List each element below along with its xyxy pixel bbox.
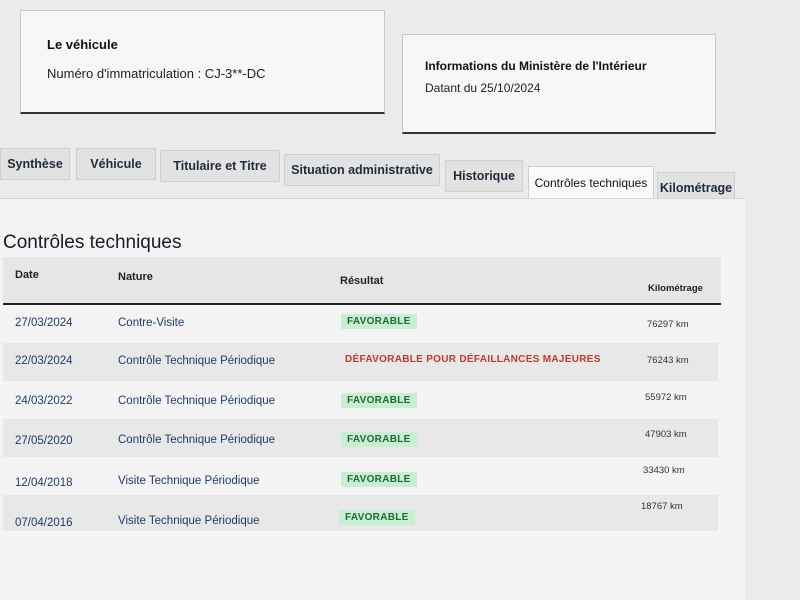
column-nature: Nature bbox=[118, 271, 153, 283]
row-mileage: 18767 km bbox=[641, 501, 683, 512]
row-nature: Visite Technique Périodique bbox=[118, 475, 260, 487]
status-badge: FAVORABLE bbox=[341, 472, 417, 487]
tab-bar: Synthèse Véhicule Titulaire et Titre Sit… bbox=[0, 148, 800, 204]
plate-number: Numéro d'immatriculation : CJ-3**-DC bbox=[47, 66, 266, 81]
tab-vehicule[interactable]: Véhicule bbox=[76, 148, 156, 180]
table-header: Date Nature Résultat Kilométrage bbox=[3, 257, 721, 305]
column-mileage: Kilométrage bbox=[648, 283, 703, 294]
table-row: 24/03/2022 Contrôle Technique Périodique… bbox=[3, 381, 718, 419]
row-date: 12/04/2018 bbox=[15, 477, 73, 489]
table-row: 27/05/2020 Contrôle Technique Périodique… bbox=[3, 419, 718, 457]
vehicle-card-title: Le véhicule bbox=[47, 37, 118, 52]
status-badge: FAVORABLE bbox=[339, 510, 415, 525]
table-row: 12/04/2018 Visite Technique Périodique F… bbox=[3, 457, 718, 495]
row-mileage: 33430 km bbox=[643, 465, 685, 476]
row-nature: Contre-Visite bbox=[118, 317, 185, 329]
row-date: 22/03/2024 bbox=[15, 355, 73, 367]
row-mileage: 47903 km bbox=[645, 429, 687, 440]
tab-synthese[interactable]: Synthèse bbox=[0, 148, 70, 180]
column-date: Date bbox=[15, 269, 39, 281]
tab-controles-techniques[interactable]: Contrôles techniques bbox=[528, 166, 654, 200]
status-badge: FAVORABLE bbox=[341, 393, 417, 408]
row-nature: Contrôle Technique Périodique bbox=[118, 434, 276, 446]
row-mileage: 76297 km bbox=[647, 319, 689, 330]
ministry-card-title: Informations du Ministère de l'Intérieur bbox=[425, 59, 647, 73]
ministry-info-card: Informations du Ministère de l'Intérieur… bbox=[402, 34, 716, 134]
vehicle-card: Le véhicule Numéro d'immatriculation : C… bbox=[20, 10, 385, 114]
table-row: 22/03/2024 Contrôle Technique Périodique… bbox=[3, 343, 718, 381]
tab-historique[interactable]: Historique bbox=[445, 160, 523, 192]
column-result: Résultat bbox=[340, 275, 384, 287]
row-mileage: 76243 km bbox=[647, 355, 689, 366]
tab-situation-administrative[interactable]: Situation administrative bbox=[284, 154, 440, 186]
status-badge: FAVORABLE bbox=[341, 432, 417, 447]
status-badge: FAVORABLE bbox=[341, 314, 417, 329]
row-date: 24/03/2022 bbox=[15, 395, 73, 407]
table-row: 27/03/2024 Contre-Visite FAVORABLE 76297… bbox=[3, 305, 718, 343]
row-mileage: 55972 km bbox=[645, 392, 687, 403]
row-nature: Contrôle Technique Périodique bbox=[118, 355, 276, 367]
row-nature: Visite Technique Périodique bbox=[118, 515, 260, 527]
data-date: Datant du 25/10/2024 bbox=[425, 81, 541, 95]
row-date: 07/04/2016 bbox=[15, 517, 73, 529]
tab-titulaire[interactable]: Titulaire et Titre bbox=[160, 150, 280, 182]
row-date: 27/05/2020 bbox=[15, 435, 73, 447]
row-nature: Contrôle Technique Périodique bbox=[118, 395, 276, 407]
row-date: 27/03/2024 bbox=[15, 317, 73, 329]
table-row: 07/04/2016 Visite Technique Périodique F… bbox=[3, 495, 718, 531]
section-title: Contrôles techniques bbox=[3, 232, 182, 253]
status-badge: DÉFAVORABLE POUR DÉFAILLANCES MAJEURES bbox=[345, 354, 601, 365]
